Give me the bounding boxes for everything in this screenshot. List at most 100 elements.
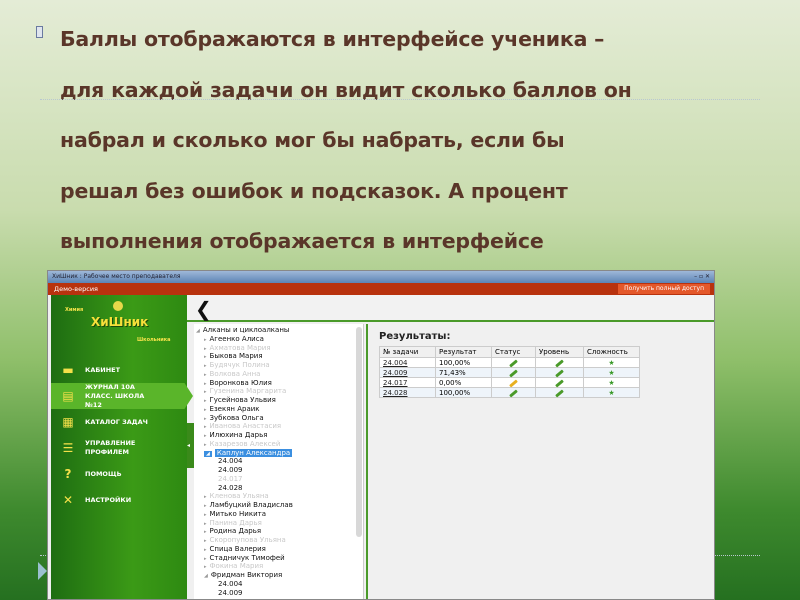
demo-label: Демо-версия <box>54 285 98 293</box>
student-node[interactable]: ▸ Илюхина Дарья <box>194 431 363 440</box>
level-pencil-icon <box>555 388 564 398</box>
student-node[interactable]: ▸ Спица Валерия <box>194 545 363 554</box>
col-header: № задачи <box>379 346 436 358</box>
student-node[interactable]: ▸ Гусейнова Ульвия <box>194 396 363 405</box>
node-label: Фокина Мария <box>209 562 264 571</box>
collapsed-icon: ▸ <box>204 398 207 404</box>
collapsed-icon: ▸ <box>204 336 207 343</box>
sidebar-item[interactable]: ▦ КАТАЛОГ ЗАДАЧ <box>51 409 187 435</box>
sidebar-item[interactable]: ✕ НАСТРОЙКИ <box>51 487 187 513</box>
node-label: Митько Никита <box>209 509 267 518</box>
collapsed-icon: ▸ <box>204 363 207 369</box>
student-node[interactable]: ▸ Езекян Араик <box>194 405 363 414</box>
node-label: 24.004 <box>218 457 243 466</box>
student-node[interactable]: ▸ Ахматова Мария <box>194 344 363 353</box>
student-node[interactable]: ▸ Казарезов Алексей <box>194 440 363 449</box>
status-pencil-icon <box>509 368 518 378</box>
settings-icon: ✕ <box>62 493 74 507</box>
task-node[interactable]: 24.004 <box>194 457 363 466</box>
profile-icon: ☰ <box>62 441 74 455</box>
student-node[interactable]: ◢ Фридман Виктория <box>194 571 363 580</box>
student-node[interactable]: ▸ Быкова Мария <box>194 352 363 361</box>
node-label: Алканы и циклоалканы <box>202 326 290 334</box>
task-node[interactable]: 24.009 <box>194 466 363 475</box>
student-tree: ◢ Алканы и циклоалканы ▸ Агеенко Алиса ▸ Ахма… <box>194 324 364 599</box>
student-node[interactable]: ▸ Будячук Полина <box>194 361 363 370</box>
node-label: Скоропупова Ульяна <box>209 536 286 544</box>
node-label: 24.009 <box>218 588 243 597</box>
collapsed-icon: ▸ <box>204 503 207 509</box>
student-node[interactable]: ▸ Стадничук Тимофей <box>194 554 363 563</box>
sidebar-item[interactable]: ▬ КАБИНЕТ <box>51 357 187 383</box>
node-label: Каплун Александра <box>214 448 293 457</box>
topic-node[interactable]: ◢ Алканы и циклоалканы <box>194 326 363 335</box>
task-link[interactable]: 24.004 <box>383 359 408 367</box>
collapsed-icon: ▸ <box>204 564 207 571</box>
task-link[interactable]: 24.009 <box>383 369 408 377</box>
node-label: Будячук Полина <box>209 361 270 369</box>
student-node[interactable]: ▸ Зубкова Ольга <box>194 414 363 423</box>
title-bar: ХиШник : Рабочее место преподавателя – ▫ … <box>48 271 714 283</box>
student-node[interactable]: ▸ Агеенко Алиса <box>194 335 363 344</box>
status-pencil-icon <box>509 358 518 368</box>
node-label: Волкова Анна <box>209 369 261 378</box>
difficulty-star-icon: ★ <box>608 388 615 397</box>
level-pencil-icon <box>555 378 564 388</box>
logo: Химия ХиШник Школьника <box>51 295 187 357</box>
collapsed-icon: ▸ <box>204 389 207 396</box>
node-label: 24.017 <box>218 474 243 483</box>
collapsed-icon: ▸ <box>204 380 207 387</box>
node-label: Гузенина Маргарита <box>209 387 287 396</box>
logo-bottom: Школьника <box>137 337 171 343</box>
results-title: Результаты: <box>379 331 451 342</box>
sidebar-item[interactable]: ☰ УПРАВЛЕНИЕ ПРОФИЛЕМ <box>51 435 187 461</box>
window-controls[interactable]: – ▫ ✕ <box>694 273 710 281</box>
status-pencil-icon <box>509 378 518 388</box>
slide-text: Баллы отображаются в интерфейсе ученика … <box>60 14 760 267</box>
student-node[interactable]: ▸ Ламбуцкий Владислав <box>194 501 363 510</box>
student-node[interactable]: ▸ Волкова Анна <box>194 370 363 379</box>
sidebar-item-label: ЖУРНАЛ 10А КЛАСС. ШКОЛА №12 <box>85 382 145 409</box>
student-node[interactable]: ▸ Кленова Ульяна <box>194 492 363 501</box>
node-label: Быкова Мария <box>209 352 263 361</box>
col-header: Статус <box>491 346 536 358</box>
student-node[interactable]: ▸ Панина Дарья <box>194 519 363 528</box>
collapsed-icon: ▸ <box>204 424 207 431</box>
help-icon: ? <box>64 467 72 481</box>
level-pencil-icon <box>555 358 564 368</box>
demo-bar: Демо-версия Получить полный доступ <box>48 283 714 295</box>
sidebar-item-label: УПРАВЛЕНИЕ ПРОФИЛЕМ <box>85 439 136 456</box>
collapsed-icon: ▸ <box>204 433 207 439</box>
tree-scrollbar[interactable] <box>356 327 362 537</box>
task-link[interactable]: 24.017 <box>383 379 408 387</box>
collapsed-icon: ▸ <box>204 529 207 536</box>
student-node[interactable]: ▸ Гузенина Маргарита <box>194 387 363 396</box>
sidebar-item[interactable]: ? ПОМОЩЬ <box>51 461 187 487</box>
full-access-button[interactable]: Получить полный доступ <box>618 284 710 294</box>
student-node[interactable]: ▸ Скоропупова Ульяна <box>194 536 363 545</box>
task-node[interactable]: 24.009 <box>194 589 363 598</box>
collapsed-icon: ▸ <box>204 406 207 413</box>
task-link[interactable]: 24.028 <box>383 389 408 397</box>
level-pencil-icon <box>555 368 564 378</box>
student-node[interactable]: ▸ Митько Никита <box>194 510 363 519</box>
result-cell: 100,00% <box>435 387 492 398</box>
task-node[interactable]: 24.017 <box>194 475 363 484</box>
bullet-icon <box>36 26 43 38</box>
journal-icon: ▤ <box>62 389 74 403</box>
student-node[interactable]: ▸ Воронкова Юлия <box>194 379 363 388</box>
student-node[interactable]: ▸ Иванова Анастасия <box>194 422 363 431</box>
sidebar-item[interactable]: ▤ ЖУРНАЛ 10А КЛАСС. ШКОЛА №12 <box>51 383 193 409</box>
collapse-sidebar-button[interactable]: ◂ <box>187 423 194 468</box>
student-node[interactable]: ▸ Фокина Мария <box>194 562 363 571</box>
task-node[interactable]: 24.004 <box>194 580 363 589</box>
back-arrow-icon[interactable]: ❮ <box>195 297 212 321</box>
sidebar-item-label: ПОМОЩЬ <box>85 469 122 478</box>
student-node[interactable]: ◢ Каплун Александра <box>194 448 363 458</box>
difficulty-star-icon: ★ <box>608 378 615 387</box>
slide-line: Баллы отображаются в интерфейсе ученика … <box>60 27 605 51</box>
student-node[interactable]: ▸ Родина Дарья <box>194 527 363 536</box>
node-label: Гусейнова Ульвия <box>209 396 276 404</box>
collapsed-icon: ▸ <box>204 441 207 448</box>
task-node[interactable]: 24.028 <box>194 484 363 493</box>
